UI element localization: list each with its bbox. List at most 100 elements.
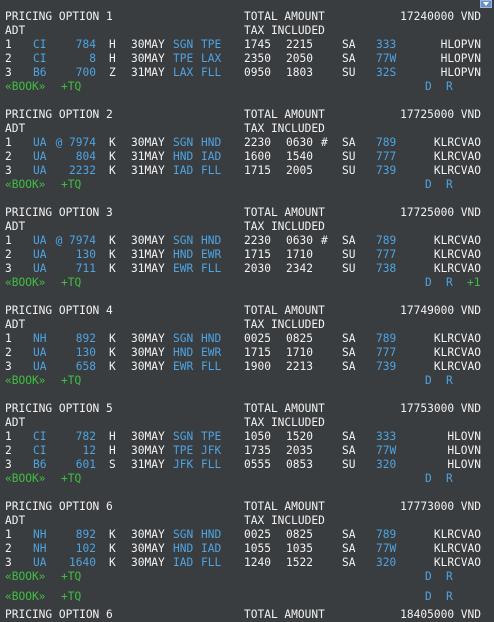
pricing-option-block: PRICING OPTION 1 TOTAL AMOUNT 17240000 VND…: [0, 10, 494, 94]
details-link[interactable]: D: [425, 570, 432, 584]
tq-link[interactable]: +TQ: [61, 178, 81, 192]
flight-date: 31MAY: [131, 458, 165, 471]
rules-link[interactable]: R: [446, 80, 453, 94]
details-link[interactable]: D: [425, 374, 432, 388]
segment-number: 2: [5, 444, 12, 457]
extra-options-link[interactable]: +1: [467, 276, 480, 290]
segment-number: 1: [5, 234, 12, 247]
passenger-type-row: ADT TAX INCLUDED: [0, 318, 494, 332]
departure-time: 1745: [244, 38, 271, 51]
origin-airport: SGN: [173, 136, 194, 149]
departure-time: 1715: [244, 164, 271, 177]
arrival-time: 2342: [286, 262, 313, 275]
next-day-marker: #: [321, 136, 328, 149]
segment-row: 3 UA 1640 K 30MAY IAD FLL 1240 1522 SA 320 KLRCVAO: [0, 556, 494, 570]
destination-airport: FLL: [201, 262, 222, 275]
booking-actions-row: «BOOK» +TQ D R +1: [0, 276, 494, 290]
ghost-tq-link[interactable]: +TQ: [61, 590, 81, 604]
ghost-rules-link[interactable]: R: [446, 590, 453, 604]
airline-code: B6: [33, 458, 47, 471]
flight-number: @ 7974: [55, 136, 96, 149]
booking-actions-row: «BOOK» +TQ D R: [0, 472, 494, 486]
departure-time: 0555: [244, 458, 271, 471]
departure-time: 1055: [244, 542, 271, 555]
flight-date: 30MAY: [131, 542, 165, 555]
airline-code: UA: [33, 262, 47, 275]
passenger-type-label: ADT: [5, 416, 26, 429]
flight-number: 12: [82, 444, 96, 457]
fare-basis: HLOVN: [447, 430, 481, 443]
book-link[interactable]: «BOOK»: [5, 80, 45, 94]
book-link[interactable]: «BOOK»: [5, 570, 45, 584]
ghost-details-link[interactable]: D: [425, 590, 432, 604]
destination-airport: TPE: [201, 430, 222, 443]
day-of-week: SU: [342, 262, 356, 275]
rules-link[interactable]: R: [446, 570, 453, 584]
fare-basis: KLRCVAO: [433, 136, 481, 149]
arrival-time: 2050: [286, 52, 313, 65]
day-of-week: SU: [342, 150, 356, 163]
flight-number: 658: [75, 360, 96, 373]
aircraft-type: 77W: [376, 52, 397, 65]
destination-airport: JFK: [201, 444, 222, 457]
tq-link[interactable]: +TQ: [61, 80, 81, 94]
segment-row: 2 UA 804 K 31MAY HND IAD 1600 1540 SU 777 KLRCVAO: [0, 150, 494, 164]
pricing-option-block: PRICING OPTION 4 TOTAL AMOUNT 17749000 VND…: [0, 304, 494, 388]
tax-included-label: TAX INCLUDED: [244, 122, 325, 135]
fare-basis: KLRCVAO: [433, 164, 481, 177]
booking-class: H: [109, 430, 116, 443]
book-link[interactable]: «BOOK»: [5, 472, 45, 486]
pricing-option-title: PRICING OPTION 3: [5, 206, 113, 219]
book-link[interactable]: «BOOK»: [5, 178, 45, 192]
aircraft-type: 32S: [376, 66, 397, 79]
total-amount-label: TOTAL AMOUNT: [244, 500, 325, 513]
rules-link[interactable]: R: [446, 472, 453, 486]
departure-time: 2350: [244, 52, 271, 65]
details-link[interactable]: D: [425, 178, 432, 192]
booking-actions-row: «BOOK» +TQ D R: [0, 178, 494, 192]
ghost-book-link[interactable]: «BOOK»: [5, 590, 45, 604]
airline-code: NH: [33, 332, 47, 345]
tq-link[interactable]: +TQ: [61, 276, 81, 290]
details-link[interactable]: D: [425, 276, 432, 290]
day-of-week: SU: [342, 458, 356, 471]
details-link[interactable]: D: [425, 80, 432, 94]
book-link[interactable]: «BOOK»: [5, 276, 45, 290]
book-link[interactable]: «BOOK»: [5, 374, 45, 388]
pricing-option-title: PRICING OPTION 5: [5, 402, 113, 415]
tq-link[interactable]: +TQ: [61, 472, 81, 486]
total-amount-value: 17753000 VND: [400, 402, 481, 415]
passenger-type-row: ADT TAX INCLUDED: [0, 514, 494, 528]
aircraft-type: 777: [376, 150, 397, 163]
rules-link[interactable]: R: [446, 374, 453, 388]
day-of-week: SA: [342, 38, 356, 51]
scroll-down-icon[interactable]: [480, 0, 492, 8]
destination-airport: TPE: [201, 38, 222, 51]
arrival-time: 2005: [286, 164, 313, 177]
total-amount-label: TOTAL AMOUNT: [244, 206, 325, 219]
airline-code: UA: [33, 360, 47, 373]
fare-basis: HLOPVN: [440, 66, 481, 79]
flight-number: 711: [75, 262, 96, 275]
arrival-time: 0825: [286, 332, 313, 345]
pricing-option-header: PRICING OPTION 2 TOTAL AMOUNT 17725000 VND: [0, 108, 494, 122]
segment-number: 1: [5, 136, 12, 149]
booking-class: K: [109, 346, 116, 359]
details-link[interactable]: D: [425, 472, 432, 486]
total-amount-value: 17725000 VND: [400, 206, 481, 219]
aircraft-type: 789: [376, 332, 397, 345]
partial-option-header: PRICING OPTION 6 TOTAL AMOUNT 18405000 VND: [0, 608, 494, 622]
pricing-option-block: PRICING OPTION 3 TOTAL AMOUNT 17725000 VND…: [0, 206, 494, 290]
arrival-time: 2035: [286, 444, 313, 457]
flight-number: 782: [75, 430, 96, 443]
day-of-week: SA: [342, 542, 356, 555]
rules-link[interactable]: R: [446, 276, 453, 290]
flight-date: 30MAY: [131, 332, 165, 345]
tq-link[interactable]: +TQ: [61, 570, 81, 584]
flight-number: 8: [89, 52, 96, 65]
tq-link[interactable]: +TQ: [61, 374, 81, 388]
total-amount-value: 17725000 VND: [400, 108, 481, 121]
arrival-time: 1710: [286, 346, 313, 359]
arrival-time: 2215: [286, 38, 313, 51]
rules-link[interactable]: R: [446, 178, 453, 192]
